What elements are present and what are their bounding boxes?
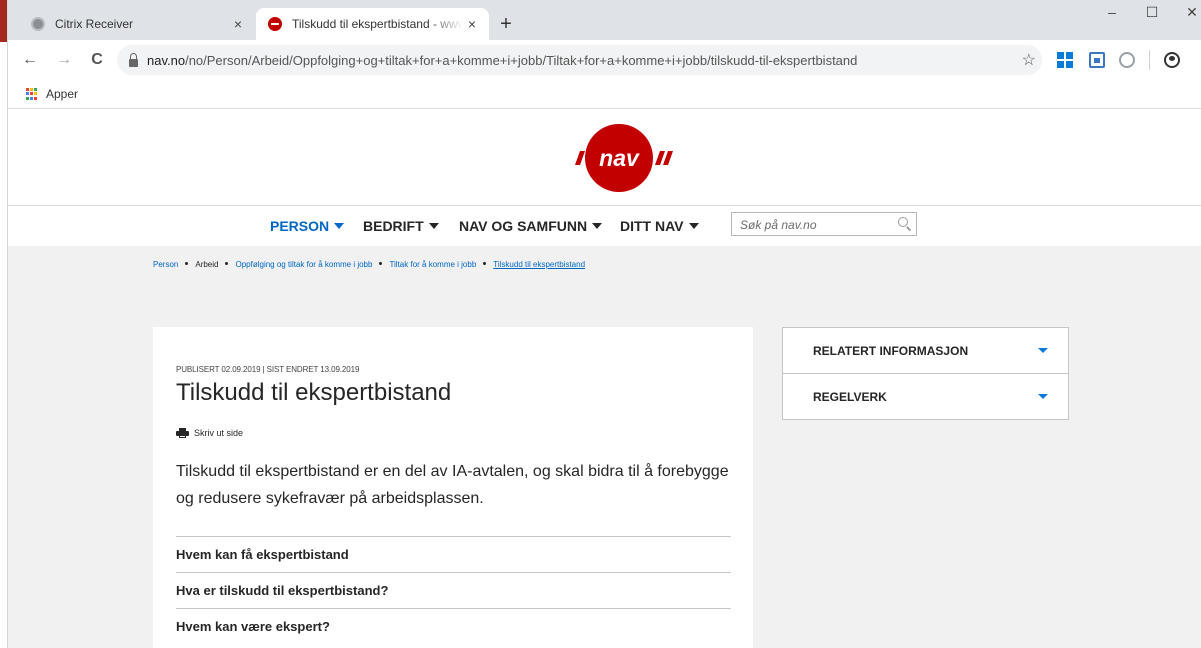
site-search <box>731 212 917 236</box>
section-hvem-kan-vaere-ekspert[interactable]: Hvem kan være ekspert? <box>176 608 731 644</box>
tab-close-icon[interactable]: × <box>229 16 247 32</box>
minimize-button[interactable]: – <box>1092 4 1132 20</box>
article-ingress: Tilskudd til ekspertbistand er en del av… <box>176 463 729 507</box>
publish-meta: PUBLISERT 02.09.2019 | SIST ENDRET 13.09… <box>176 365 360 374</box>
bookmark-star-icon[interactable]: ☆ <box>1022 50 1036 70</box>
sidebar-item-label: RELATERT INFORMASJON <box>813 343 969 358</box>
breadcrumb-oppfolging[interactable]: Oppfølging og tiltak for å komme i jobb <box>235 260 372 269</box>
nav-favicon-icon <box>268 17 282 31</box>
menu-bedrift-label: BEDRIFT <box>363 218 424 234</box>
bookmarks-bar: Apper <box>7 80 1201 109</box>
apps-grid-dot <box>30 92 33 96</box>
breadcrumb-separator <box>483 262 487 265</box>
browser-tab-bar: Citrix Receiver × Tilskudd til ekspertbi… <box>7 0 1201 40</box>
caret-down-icon <box>428 223 439 229</box>
content-area: Person Arbeid Oppfølging og tiltak for å k… <box>7 246 1201 648</box>
windows-extension-icon[interactable] <box>1057 52 1073 68</box>
breadcrumb-person[interactable]: Person <box>153 260 178 269</box>
window-left-edge <box>0 0 8 648</box>
back-button[interactable]: ← <box>19 49 41 71</box>
toolbar-divider <box>1149 50 1150 70</box>
lock-icon <box>129 52 138 67</box>
section-hvem-kan-fa[interactable]: Hvem kan få ekspertbistand <box>176 536 731 572</box>
reload-button[interactable]: C <box>86 49 108 71</box>
print-label: Skriv ut side <box>194 428 244 438</box>
section-hva-er-tilskudd[interactable]: Hva er tilskudd til ekspertbistand? <box>176 572 731 608</box>
citrix-favicon-icon <box>31 17 45 31</box>
caret-down-icon <box>334 223 345 229</box>
url-host: nav.no <box>147 52 186 68</box>
sidebar-panel: RELATERT INFORMASJON REGELVERK <box>782 327 1069 420</box>
tab-close-icon[interactable]: × <box>463 16 481 32</box>
close-window-button[interactable]: ✕ <box>1172 4 1201 21</box>
menu-nav-og-samfunn-label: NAV OG SAMFUNN <box>459 218 588 234</box>
breadcrumb-separator <box>185 262 189 265</box>
browser-toolbar: ← → C nav.no/no/Person/Arbeid/Oppfolging… <box>7 40 1201 80</box>
forward-button[interactable]: → <box>53 49 75 71</box>
calendar-extension-icon[interactable] <box>1089 52 1105 68</box>
printer-icon <box>176 428 189 438</box>
apps-grid-dot <box>34 92 37 96</box>
window-edge-accent <box>0 0 7 42</box>
page-title: Tilskudd til ekspertbistand <box>176 379 452 406</box>
apps-grid-icon[interactable] <box>26 88 38 100</box>
breadcrumb: Person Arbeid Oppfølging og tiltak for å k… <box>153 260 585 269</box>
chevron-down-icon <box>1038 348 1048 353</box>
apps-grid-dot <box>30 88 33 91</box>
apps-grid-dot <box>30 96 33 100</box>
apps-grid-dot <box>34 96 37 100</box>
tab-tilskudd[interactable]: Tilskudd til ekspertbistand - www.nav.no… <box>256 8 489 40</box>
caret-down-icon <box>688 223 699 229</box>
url-path: /no/Person/Arbeid/Oppfolging+og+tiltak+f… <box>185 52 858 68</box>
breadcrumb-current[interactable]: Tilskudd til ekspertbistand <box>493 260 585 269</box>
menu-person-label: PERSON <box>270 218 330 234</box>
breadcrumb-separator <box>225 262 229 265</box>
apps-grid-dot <box>26 92 29 96</box>
profile-icon[interactable] <box>1164 52 1180 68</box>
tab-citrix-receiver[interactable]: Citrix Receiver × <box>19 8 255 40</box>
tab-title: Citrix Receiver <box>55 17 134 31</box>
settings-extension-icon[interactable] <box>1119 52 1135 68</box>
tab-title: Tilskudd til ekspertbistand - www.nav.no <box>292 17 463 31</box>
main-navigation: PERSON BEDRIFT NAV OG SAMFUNN DITT NAV <box>7 205 1201 247</box>
apps-grid-dot <box>26 96 29 100</box>
caret-down-icon <box>592 223 603 229</box>
nav-logo-text: nav <box>599 145 640 171</box>
url-text[interactable]: nav.no/no/Person/Arbeid/Oppfolging+og+ti… <box>147 53 857 68</box>
article-card: PUBLISERT 02.09.2019 | SIST ENDRET 13.09… <box>153 327 753 648</box>
new-tab-button[interactable]: + <box>495 14 517 36</box>
web-page: nav PERSON BEDRIFT NAV OG SAMFUNN DITT N… <box>7 109 1201 648</box>
apps-grid-dot <box>26 88 29 91</box>
maximize-button[interactable]: ☐ <box>1132 4 1172 21</box>
address-bar[interactable]: nav.no/no/Person/Arbeid/Oppfolging+og+ti… <box>117 45 1042 75</box>
menu-ditt-nav[interactable]: DITT NAV <box>620 218 699 234</box>
sidebar-item-relatert-informasjon[interactable]: RELATERT INFORMASJON <box>783 328 1068 373</box>
sidebar-item-regelverk[interactable]: REGELVERK <box>783 373 1068 419</box>
chevron-down-icon <box>1038 394 1048 399</box>
menu-bedrift[interactable]: BEDRIFT <box>363 218 439 234</box>
apps-grid-dot <box>34 88 37 91</box>
sidebar-item-label: REGELVERK <box>813 389 887 404</box>
search-icon[interactable] <box>898 217 908 227</box>
menu-nav-og-samfunn[interactable]: NAV OG SAMFUNN <box>459 218 603 234</box>
section-list: Hvem kan få ekspertbistand Hva er tilsku… <box>176 536 731 644</box>
breadcrumb-arbeid: Arbeid <box>195 260 219 269</box>
site-header: nav <box>7 109 1201 205</box>
print-page-link[interactable]: Skriv ut side <box>176 428 243 438</box>
menu-ditt-nav-label: DITT NAV <box>620 218 684 234</box>
search-input[interactable] <box>738 214 892 236</box>
menu-person[interactable]: PERSON <box>270 218 345 234</box>
apps-bookmark-label[interactable]: Apper <box>46 87 78 101</box>
breadcrumb-tiltak[interactable]: Tiltak for å komme i jobb <box>389 260 476 269</box>
breadcrumb-separator <box>379 262 383 265</box>
nav-logo[interactable]: nav <box>567 123 677 193</box>
